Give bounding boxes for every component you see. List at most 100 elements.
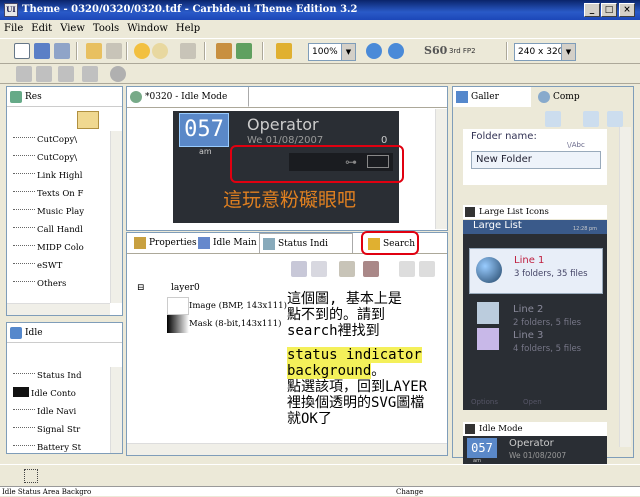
play-icon[interactable] xyxy=(16,66,32,82)
tree-item[interactable]: Others xyxy=(13,275,113,293)
tree-item[interactable]: Music Play xyxy=(13,203,113,221)
idle-item[interactable]: Idle Conto xyxy=(13,385,113,403)
props-hscrollbar[interactable] xyxy=(127,443,447,455)
tab-res[interactable]: Res xyxy=(7,87,122,107)
layer-extra2-icon[interactable] xyxy=(419,261,435,277)
note-highlight: background xyxy=(287,363,372,379)
redo-icon[interactable] xyxy=(152,43,168,59)
maximize-button[interactable]: □ xyxy=(601,3,617,17)
idle-item[interactable]: Idle Navi xyxy=(13,403,113,421)
folder-preview: Folder name: \/Abc New Folder xyxy=(463,129,607,185)
idle-scrollbar[interactable] xyxy=(110,367,122,453)
save-all-icon[interactable] xyxy=(54,43,70,59)
comp-icon xyxy=(538,91,550,103)
minimize-button[interactable]: _ xyxy=(584,3,600,17)
pen-icon[interactable] xyxy=(276,43,292,59)
res-action-icon[interactable] xyxy=(77,111,99,129)
gallery-icon xyxy=(456,91,468,103)
idle-item[interactable]: Status Ind xyxy=(13,367,113,385)
clock-display: 057 xyxy=(179,113,229,147)
layer-tool-icon[interactable] xyxy=(291,261,307,277)
undo-icon[interactable] xyxy=(134,43,150,59)
gallery-scrollbar[interactable] xyxy=(619,127,631,447)
s60-version: 3rd FP2 xyxy=(449,47,476,55)
menu-window[interactable]: Window xyxy=(123,20,172,38)
globe-icon xyxy=(476,257,502,283)
open-icon[interactable] xyxy=(86,43,102,59)
menu-file[interactable]: File xyxy=(0,20,27,38)
zoom-in-icon[interactable] xyxy=(366,43,382,59)
layer-mask[interactable]: Mask (8-bit,143x111) xyxy=(189,319,281,329)
highlight-box-status xyxy=(230,145,404,183)
tree-item[interactable]: CutCopy\ xyxy=(13,131,113,149)
tab-status-ind[interactable]: Status Indi xyxy=(259,233,353,253)
tab-gallery[interactable]: Galler xyxy=(453,87,531,107)
image-thumbnail xyxy=(167,297,189,315)
tab-idle[interactable]: Idle xyxy=(7,323,122,343)
new-view-icon[interactable] xyxy=(24,469,38,483)
tab-comp[interactable]: Comp xyxy=(535,87,605,107)
zoom-combo[interactable]: 100% ▼ xyxy=(308,43,356,61)
layer-image[interactable]: Image (BMP, 143x111) xyxy=(189,301,287,311)
tree-item[interactable]: CutCopy\ xyxy=(13,149,113,167)
tree-item[interactable]: Texts On F xyxy=(13,185,113,203)
res-hscrollbar[interactable] xyxy=(7,303,110,315)
idle-item[interactable]: Signal Str xyxy=(13,421,113,439)
res-scrollbar[interactable] xyxy=(110,131,122,303)
title-bar: UI Theme - 0320/0320/0320.tdf - Carbide.… xyxy=(0,0,640,20)
tab-idle-main[interactable]: Idle Main xyxy=(195,233,257,253)
layer-copy-icon[interactable] xyxy=(311,261,327,277)
magic-icon[interactable] xyxy=(180,43,196,59)
package-icon[interactable] xyxy=(216,43,232,59)
menu-tools[interactable]: Tools xyxy=(89,20,123,38)
menu-help[interactable]: Help xyxy=(172,20,204,38)
gallery-grid-icon[interactable] xyxy=(607,111,623,127)
collapse-icon xyxy=(465,207,475,217)
layer-edit-icon[interactable] xyxy=(339,261,355,277)
layer-pencil-icon[interactable] xyxy=(363,261,379,277)
properties-icon xyxy=(134,237,146,249)
tree-item[interactable]: Call Handl xyxy=(13,221,113,239)
menu-view[interactable]: View xyxy=(56,20,89,38)
tab-idle-mode[interactable]: *0320 - Idle Mode xyxy=(127,87,249,107)
resolution-combo[interactable]: 240 x 320 ▼ xyxy=(514,43,576,61)
bottom-strip: Idle Status Area Backgro Change xyxy=(0,486,640,496)
secondary-toolbar xyxy=(0,64,640,84)
editor-scrollbar[interactable] xyxy=(435,109,447,229)
operator-label: Operator xyxy=(247,115,319,134)
note-highlight: status indicator xyxy=(287,347,422,363)
status-ind-icon xyxy=(263,238,275,250)
gallery-view-icon[interactable] xyxy=(583,111,599,127)
layer-root-toggle[interactable]: ⊟ xyxy=(137,283,145,293)
tree-item[interactable]: Link Highl xyxy=(13,167,113,185)
menu-edit[interactable]: Edit xyxy=(27,20,56,38)
idle-item[interactable]: Battery St xyxy=(13,439,113,457)
note-line: 就OK了 xyxy=(287,411,332,427)
step-icon[interactable] xyxy=(36,66,52,82)
tab-properties[interactable]: Properties xyxy=(131,233,197,253)
new-icon[interactable] xyxy=(14,43,30,59)
res-panel: Res CutCopy\ CutCopy\ Link Highl Texts O… xyxy=(6,86,123,316)
mask-thumbnail xyxy=(167,315,189,333)
zoom-out-icon[interactable] xyxy=(388,43,404,59)
stop-icon[interactable] xyxy=(82,66,98,82)
note-line: 點選該項，回到LAYER xyxy=(287,379,428,395)
pause-icon[interactable] xyxy=(58,66,74,82)
note-line: search裡找到 xyxy=(287,323,380,339)
idle-tab-icon xyxy=(10,327,22,339)
layer-root[interactable]: layer0 xyxy=(171,283,200,293)
tree-item[interactable]: MIDP Colo xyxy=(13,239,113,257)
cut-icon[interactable] xyxy=(106,43,122,59)
refresh-icon[interactable] xyxy=(110,66,126,82)
idle-main-icon xyxy=(198,237,210,249)
tree-item[interactable]: eSWT xyxy=(13,257,113,275)
save-icon[interactable] xyxy=(34,43,50,59)
layer-extra-icon[interactable] xyxy=(399,261,415,277)
gallery-filter-icon[interactable] xyxy=(545,111,561,127)
people-icon xyxy=(477,328,499,350)
export-icon[interactable] xyxy=(236,43,252,59)
status-bar xyxy=(0,464,640,486)
close-button[interactable]: × xyxy=(619,3,635,17)
res-icon xyxy=(10,91,22,103)
menu-bar: File Edit View Tools Window Help xyxy=(0,20,640,38)
